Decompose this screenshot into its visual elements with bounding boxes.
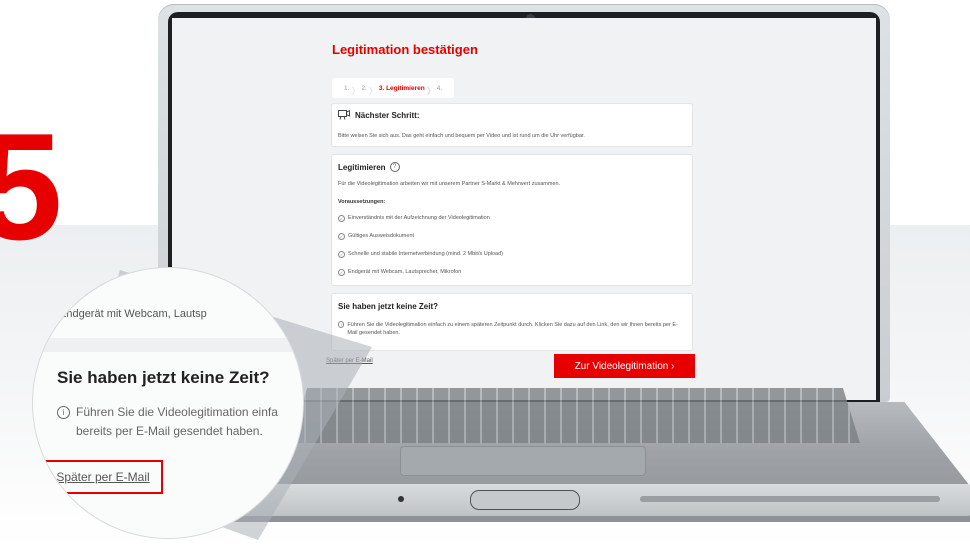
no-time-card: Sie haben jetzt keine Zeit? i Führen Sie… xyxy=(332,294,692,350)
disc-slot xyxy=(470,490,580,510)
zoom-magnifier: e und stab ✓ Endgerät mit Webcam, Lautsp… xyxy=(33,268,303,538)
legitimation-description: Für die Videolegitimation arbeiten wir m… xyxy=(338,181,561,187)
next-step-card: Nächster Schritt: Bitte weisen Sie sich … xyxy=(332,104,692,146)
progress-stepper: 1. 2. 3. Legitimieren 4. xyxy=(332,78,455,98)
trackpad xyxy=(400,446,646,476)
step-4: 4. xyxy=(436,84,443,92)
zoom-title: Sie haben jetzt keine Zeit? xyxy=(57,368,270,387)
start-video-legitimation-button[interactable]: Zur Videolegitimation › xyxy=(554,354,695,378)
info-icon: i xyxy=(338,321,345,328)
zoom-info-line-1: Führen Sie die Videolegitimation einfa xyxy=(76,405,278,419)
next-step-title: Nächster Schritt: xyxy=(355,110,420,120)
keyboard xyxy=(290,388,860,443)
step-2: 2. xyxy=(355,84,378,97)
front-vent xyxy=(640,496,940,502)
help-icon[interactable]: ? xyxy=(389,162,400,172)
power-led-icon xyxy=(398,496,404,502)
zoom-info-line-2: bereits per E-Mail gesendet haben. xyxy=(76,424,263,438)
page-title: Legitimation bestätigen xyxy=(332,42,478,57)
legitimation-title: Legitimieren xyxy=(338,162,386,172)
zoom-card-separator xyxy=(33,338,303,352)
list-item: ✓ Einverständnis mit der Aufzeichnung der… xyxy=(338,215,490,222)
check-circle-icon: ✓ xyxy=(41,308,53,320)
list-item: ✓ Gültiges Ausweisdokument xyxy=(338,233,415,240)
step-number: 5 xyxy=(0,102,63,272)
video-presentation-icon xyxy=(338,110,350,120)
step-3-active: 3. Legitimieren xyxy=(373,84,436,97)
list-item: ✓ Schnelle und stabile Internetverbindung… xyxy=(338,251,504,258)
zoom-later-by-email-link[interactable]: Später per E-Mail xyxy=(43,460,163,494)
no-time-title: Sie haben jetzt keine Zeit? xyxy=(338,302,439,311)
info-icon: i xyxy=(57,406,70,419)
next-step-text: Bitte weisen Sie sich aus. Das geht einf… xyxy=(338,133,585,139)
check-circle-icon: ✓ xyxy=(338,215,345,222)
list-item: ✓ Endgerät mit Webcam, Lautsprecher, Mikr… xyxy=(338,269,462,276)
zoom-requirement-text: Endgerät mit Webcam, Lautsp xyxy=(59,308,207,320)
check-circle-icon: ✓ xyxy=(338,251,345,258)
check-circle-icon: ✓ xyxy=(338,269,345,276)
requirements-label: Voraussetzungen: xyxy=(338,199,386,205)
requirements-list: ✓ Einverständnis mit der Aufzeichnung der… xyxy=(338,215,503,287)
step-1: 1. xyxy=(338,84,361,97)
no-time-text: Führen Sie die Videolegitimation einfach… xyxy=(347,322,678,336)
zoom-partial-text: e und stab xyxy=(49,278,101,290)
check-circle-icon: ✓ xyxy=(338,233,345,240)
legitimation-card: Legitimieren ? Für die Videolegitimation… xyxy=(332,155,692,285)
